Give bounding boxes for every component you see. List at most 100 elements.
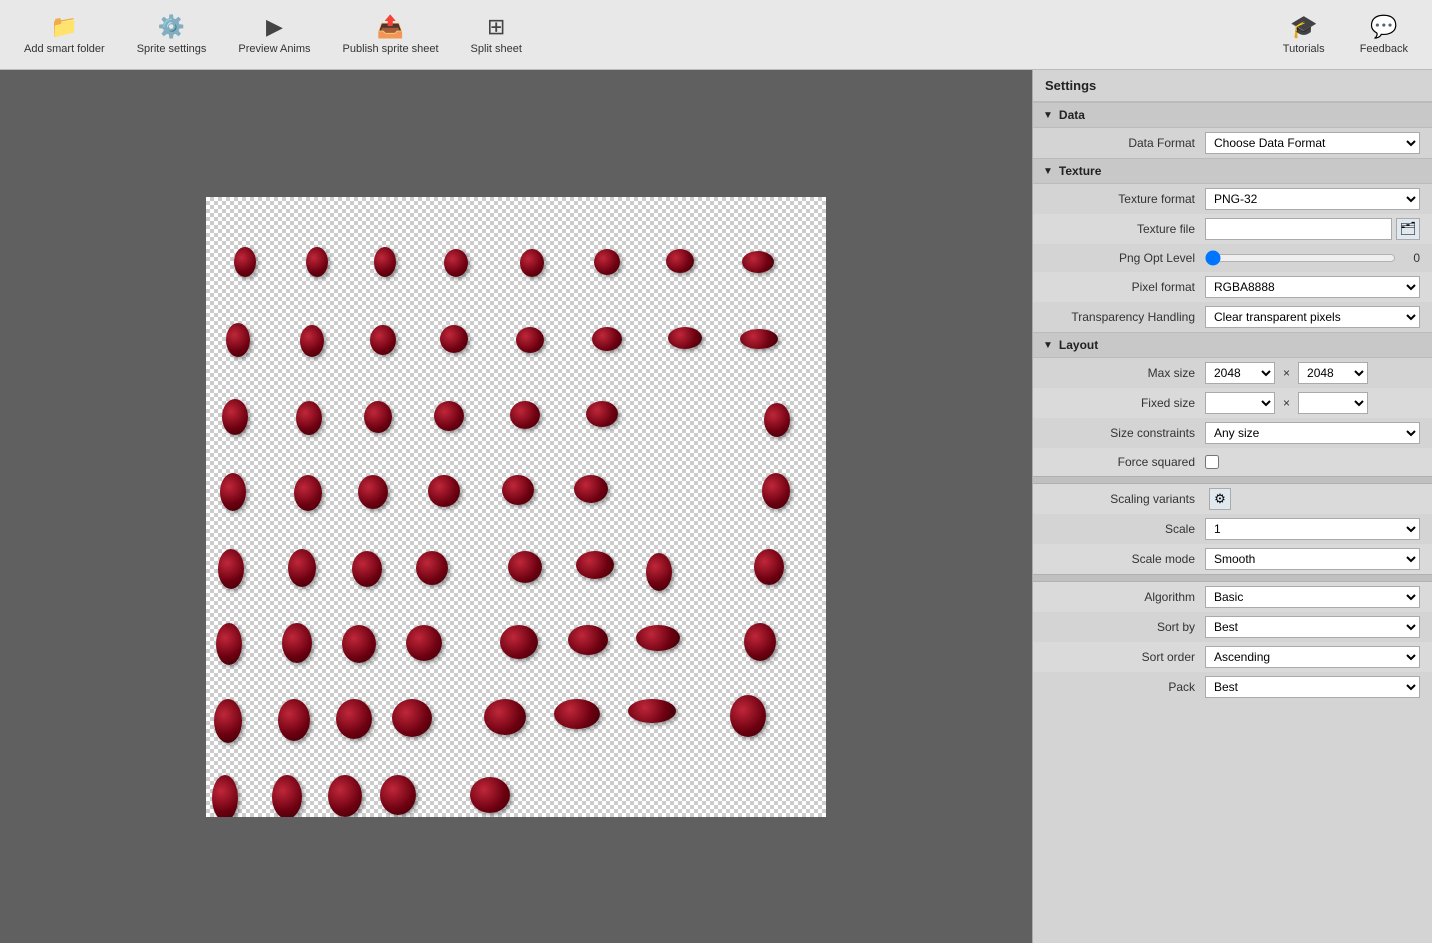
force-squared-label: Force squared [1045,455,1205,469]
sort-order-row: Sort order Ascending Descending [1033,642,1432,672]
sort-order-label: Sort order [1045,650,1205,664]
texture-section-header[interactable]: ▼ Texture [1033,158,1432,184]
sprite-dot [234,247,256,277]
texture-file-browse-button[interactable]: 🗂 [1396,218,1420,240]
sprite-dot [586,401,618,427]
sprite-dot [592,327,622,351]
force-squared-control [1205,455,1420,469]
publish-sprite-sheet-button[interactable]: 📤 Publish sprite sheet [327,5,455,65]
sprite-dot [374,247,396,277]
force-squared-checkbox[interactable] [1205,455,1219,469]
sprite-dot [328,775,362,817]
sprite-dot [406,625,442,661]
data-format-select[interactable]: Choose Data Format [1205,132,1420,154]
pack-select[interactable]: Best Shelf MaxRects [1205,676,1420,698]
pack-row: Pack Best Shelf MaxRects [1033,672,1432,702]
add-smart-folder-button[interactable]: 📁 Add smart folder [8,5,121,65]
sprite-dot [212,775,238,817]
scale-mode-select[interactable]: Smooth Fast Bilinear [1205,548,1420,570]
sort-order-control: Ascending Descending [1205,646,1420,668]
force-squared-row: Force squared [1033,448,1432,476]
sprite-dot [278,699,310,741]
tutorials-icon: 🎓 [1290,14,1317,40]
sprite-dot [444,249,468,277]
max-size-control: 1282565121024 20484096 × 1282565121024 2… [1205,362,1420,384]
sprite-canvas [206,197,826,817]
sprite-dot [516,327,544,353]
sprite-settings-button[interactable]: ⚙️ Sprite settings [121,5,223,65]
sort-by-select[interactable]: Best Name Width Height Area [1205,616,1420,638]
texture-file-label: Texture file [1045,222,1205,236]
scaling-variants-row: Scaling variants ⚙ [1033,484,1432,514]
feedback-icon: 💬 [1370,14,1397,40]
scaling-variants-label: Scaling variants [1045,492,1205,506]
texture-section-label: Texture [1059,164,1101,178]
sprite-dot [742,251,774,273]
size-constraints-select[interactable]: Any size Power of 2 Multiple of 4 [1205,422,1420,444]
sprite-dot [342,625,376,663]
sort-by-control: Best Name Width Height Area [1205,616,1420,638]
canvas-area[interactable] [0,70,1032,943]
sprite-dot [500,625,538,659]
fixed-size-h-select[interactable] [1298,392,1368,414]
sprite-dot [668,327,702,349]
sprite-dot [416,551,448,585]
preview-anims-button[interactable]: ▶ Preview Anims [222,5,326,65]
sprite-dot [510,401,540,429]
scale-label: Scale [1045,522,1205,536]
layout-section-header[interactable]: ▼ Layout [1033,332,1432,358]
sprite-dot [222,399,248,435]
sprite-dot [762,473,790,509]
png-opt-level-value: 0 [1400,251,1420,265]
scale-row: Scale 1234 [1033,514,1432,544]
png-opt-level-control: 0 [1205,249,1420,267]
fixed-size-control: × [1205,392,1420,414]
gear-icon: ⚙ [1214,491,1226,507]
sprite-dot [294,475,322,511]
max-size-row: Max size 1282565121024 20484096 × 128256… [1033,358,1432,388]
png-opt-level-slider[interactable] [1205,249,1396,267]
toolbar-right: 🎓 Tutorials 💬 Feedback [1264,5,1424,65]
sprite-dot [370,325,396,355]
scaling-variants-gear-button[interactable]: ⚙ [1209,488,1231,510]
algorithm-control: Basic Optimal Guillotine [1205,586,1420,608]
texture-format-select[interactable]: PNG-32 PNG-8 JPEG BMP [1205,188,1420,210]
sprite-dot [576,551,614,579]
transparency-handling-select[interactable]: Clear transparent pixels Keep transparen… [1205,306,1420,328]
algorithm-label: Algorithm [1045,590,1205,604]
sprite-dot [352,551,382,587]
texture-file-input[interactable] [1205,218,1392,240]
scale-select[interactable]: 1234 [1205,518,1420,540]
sprite-dot [216,623,242,665]
sprite-dot [568,625,608,655]
algorithm-select[interactable]: Basic Optimal Guillotine [1205,586,1420,608]
max-size-w-select[interactable]: 1282565121024 20484096 [1205,362,1275,384]
fixed-size-w-select[interactable] [1205,392,1275,414]
data-format-label: Data Format [1045,136,1205,150]
pixel-format-row: Pixel format RGBA8888 RGB888 RGBA4444 [1033,272,1432,302]
png-opt-level-row: Png Opt Level 0 [1033,244,1432,272]
tutorials-button[interactable]: 🎓 Tutorials [1264,5,1344,65]
size-constraints-control: Any size Power of 2 Multiple of 4 [1205,422,1420,444]
feedback-button[interactable]: 💬 Feedback [1344,5,1424,65]
split-sheet-button[interactable]: ⊞ Split sheet [455,5,538,65]
sprite-dot [218,549,244,589]
sprite-dot [392,699,432,737]
data-section-label: Data [1059,108,1085,122]
split-sheet-label: Split sheet [471,43,522,55]
sort-order-select[interactable]: Ascending Descending [1205,646,1420,668]
sprite-dot [730,695,766,737]
sprite-dot [358,475,388,509]
sprite-dot [744,623,776,661]
section-divider [1033,476,1432,484]
preview-anims-icon: ▶ [266,14,283,40]
data-section-arrow: ▼ [1043,110,1053,121]
sprite-dot [364,401,392,433]
max-size-h-select[interactable]: 1282565121024 20484096 [1298,362,1368,384]
sprite-dot [554,699,600,729]
pixel-format-control: RGBA8888 RGB888 RGBA4444 [1205,276,1420,298]
texture-section-content: Texture format PNG-32 PNG-8 JPEG BMP Tex… [1033,184,1432,332]
pixel-format-select[interactable]: RGBA8888 RGB888 RGBA4444 [1205,276,1420,298]
data-section-header[interactable]: ▼ Data [1033,102,1432,128]
sprite-dot [646,553,672,591]
